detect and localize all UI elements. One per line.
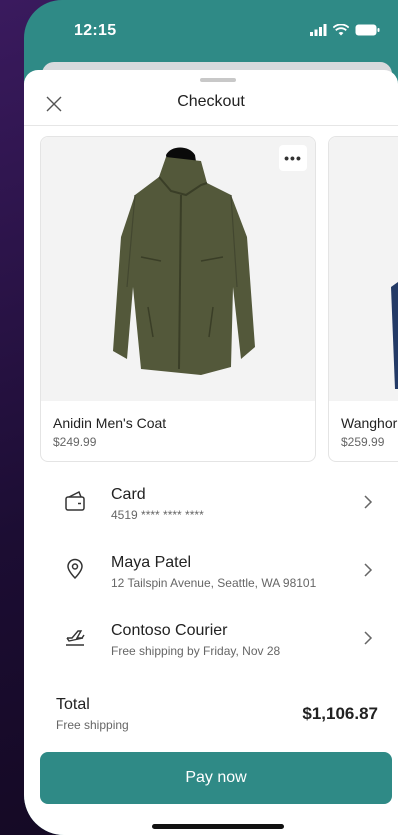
wallet-icon (65, 490, 85, 511)
sheet-header: Checkout (24, 84, 398, 126)
product-price: $259.99 (341, 435, 385, 449)
chevron-right-icon (364, 495, 373, 509)
shipping-method-row[interactable]: Contoso Courier Free shipping by Friday,… (24, 612, 398, 680)
product-price: $249.99 (53, 435, 97, 449)
total-amount: $1,106.87 (302, 704, 378, 723)
status-bar: 12:15 (24, 0, 398, 62)
product-name: Anidin Men's Coat (53, 415, 167, 431)
payment-method-detail: 4519 **** **** **** (111, 508, 204, 522)
courier-name: Contoso Courier (111, 622, 228, 639)
jacket-image (391, 282, 398, 389)
product-image: ••• (41, 137, 315, 401)
page-title: Checkout (177, 93, 245, 110)
checkout-sheet: Checkout ••• Anidin Men's Coat $249.99 W… (24, 70, 398, 835)
status-time: 12:15 (74, 22, 117, 39)
status-icons (310, 24, 380, 36)
more-options-button[interactable]: ••• (279, 145, 307, 171)
shipping-plane-icon (66, 630, 85, 646)
product-card[interactable]: ••• Anidin Men's Coat $249.99 (40, 136, 316, 462)
pay-now-button[interactable]: Pay now (40, 752, 392, 804)
wifi-icon (333, 24, 349, 36)
chevron-right-icon (364, 631, 373, 645)
jacket-image (113, 147, 255, 375)
chevron-right-icon (364, 563, 373, 577)
shipping-address: 12 Tailspin Avenue, Seattle, WA 98101 (111, 576, 317, 590)
battery-icon (355, 24, 380, 36)
phone-frame: 12:15 Checkout ••• Anidin Men's Coat $24… (24, 0, 398, 835)
delivery-estimate: Free shipping by Friday, Nov 28 (111, 644, 281, 658)
order-total: Total Free shipping $1,106.87 (24, 696, 398, 756)
more-icon: ••• (284, 150, 302, 166)
shipping-address-row[interactable]: Maya Patel 12 Tailspin Avenue, Seattle, … (24, 544, 398, 612)
signal-icon (310, 24, 327, 36)
home-indicator[interactable] (152, 824, 284, 829)
product-carousel[interactable]: ••• Anidin Men's Coat $249.99 Wanghor $2… (40, 136, 398, 464)
recipient-name: Maya Patel (111, 554, 192, 571)
location-pin-icon (67, 558, 83, 580)
total-shipping-note: Free shipping (56, 718, 129, 732)
product-image (329, 137, 398, 401)
payment-method-row[interactable]: Card 4519 **** **** **** (24, 476, 398, 544)
checkout-options: Card 4519 **** **** **** Maya Patel 12 T… (24, 476, 398, 680)
payment-method-title: Card (111, 486, 146, 503)
product-card[interactable]: Wanghor $259.99 (328, 136, 398, 462)
sheet-grabber[interactable] (200, 78, 236, 82)
product-name: Wanghor (341, 415, 398, 431)
total-label: Total (56, 696, 90, 713)
